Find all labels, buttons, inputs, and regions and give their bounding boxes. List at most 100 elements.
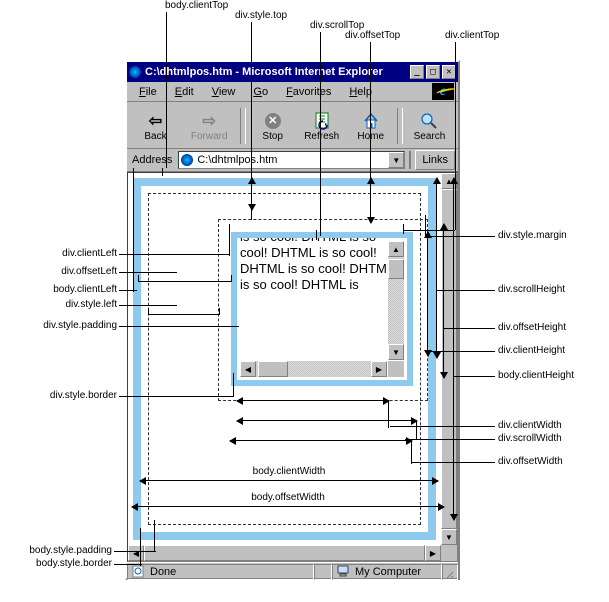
search-button[interactable]: Search xyxy=(405,111,454,142)
menu-help[interactable]: Help xyxy=(341,85,380,99)
connector xyxy=(320,32,321,236)
label-body-clientHeight: body.clientHeight xyxy=(498,370,574,381)
address-value: C:\dhtmlpos.htm xyxy=(197,154,277,166)
connector xyxy=(411,440,412,464)
label-body-offsetWidth: body.offsetWidth xyxy=(249,492,327,503)
scroll-left-icon[interactable]: ◀ xyxy=(240,361,256,377)
menubar: File Edit View Go Favorites Help e xyxy=(127,82,458,102)
menu-file[interactable]: File xyxy=(131,85,165,99)
dim-body-clientWidth: body.clientWidth xyxy=(140,480,438,481)
connector xyxy=(154,520,155,552)
connector xyxy=(119,290,137,291)
connector xyxy=(416,420,417,440)
connector xyxy=(138,275,232,282)
connector xyxy=(403,224,404,234)
address-input[interactable]: C:\dhtmlpos.htm ▼ xyxy=(178,151,405,169)
menu-go[interactable]: Go xyxy=(245,85,276,99)
menu-favorites[interactable]: Favorites xyxy=(278,85,339,99)
status-zone: My Computer xyxy=(332,564,442,580)
scroll-right-icon[interactable]: ▶ xyxy=(371,361,387,377)
connector xyxy=(388,400,389,428)
separator-icon xyxy=(409,151,411,169)
label-div-clientWidth: div.clientWidth xyxy=(498,420,562,431)
label-div-style-padding: div.style.padding xyxy=(18,320,117,331)
forward-label: Forward xyxy=(191,131,228,142)
connector xyxy=(453,376,495,377)
menu-edit[interactable]: Edit xyxy=(167,85,202,99)
label-div-scrollHeight: div.scrollHeight xyxy=(498,284,565,295)
minimize-button[interactable]: _ xyxy=(410,65,424,79)
refresh-button[interactable]: Refresh xyxy=(297,111,346,142)
maximize-button[interactable]: □ xyxy=(426,65,440,79)
scroll-right-icon[interactable]: ▶ xyxy=(425,545,441,561)
dim-div-offsetWidth xyxy=(230,440,412,441)
stop-icon: ✕ xyxy=(263,111,283,131)
div-content: is so cool! DHTML is so cool! DHTML is s… xyxy=(237,238,407,380)
scroll-left-icon[interactable]: ◀ xyxy=(128,545,144,561)
label-div-style-left: div.style.left xyxy=(46,299,117,310)
forward-button[interactable]: ⇨ Forward xyxy=(180,111,238,142)
label-div-style-margin: div.style.margin xyxy=(498,230,567,241)
label-div-offsetWidth: div.offsetWidth xyxy=(498,456,563,467)
separator-icon xyxy=(240,108,246,144)
scroll-thumb[interactable] xyxy=(258,361,288,377)
dim-div-clientWidth xyxy=(237,400,389,401)
close-button[interactable]: ✕ xyxy=(442,65,456,79)
connector xyxy=(162,168,163,176)
div-horizontal-scrollbar[interactable]: ◀ ▶ xyxy=(240,361,387,377)
status-text: Done xyxy=(150,566,176,578)
connector xyxy=(405,439,495,440)
connector xyxy=(436,290,495,291)
stop-button[interactable]: ✕ Stop xyxy=(248,111,297,142)
label-div-clientLeft: div.clientLeft xyxy=(42,248,117,259)
connector xyxy=(427,351,449,352)
connector xyxy=(119,272,177,273)
ie-logo: e xyxy=(432,83,454,100)
search-label: Search xyxy=(414,131,446,142)
connector xyxy=(411,462,495,463)
address-bar: Address C:\dhtmlpos.htm ▼ Links xyxy=(127,149,458,172)
search-icon xyxy=(419,111,439,131)
links-button[interactable]: Links xyxy=(415,150,455,170)
arrow-right-icon: ⇨ xyxy=(199,111,219,131)
connector xyxy=(229,224,230,256)
scroll-up-icon[interactable]: ▲ xyxy=(388,241,404,257)
scroll-down-icon[interactable]: ▼ xyxy=(388,344,404,360)
resize-grip-icon xyxy=(441,545,457,561)
done-icon xyxy=(132,564,146,581)
menu-view[interactable]: View xyxy=(204,85,244,99)
ie-icon xyxy=(129,66,141,78)
back-button[interactable]: ⇦ Back xyxy=(131,111,180,142)
label-body-clientLeft: body.clientLeft xyxy=(30,284,117,295)
statusbar: Done My Computer xyxy=(127,562,458,581)
scroll-down-icon[interactable]: ▼ xyxy=(441,529,457,545)
address-dropdown-button[interactable]: ▼ xyxy=(388,152,404,168)
label-body-style-border: body.style.border xyxy=(2,558,112,569)
dim-body-offsetWidth: body.offsetWidth xyxy=(132,506,444,507)
window-horizontal-scrollbar[interactable]: ◀ ▶ xyxy=(128,545,441,561)
connector xyxy=(119,396,233,397)
label-body-clientTop: body.clientTop xyxy=(165,0,228,11)
connector xyxy=(390,426,495,427)
dim-div-offsetHeight xyxy=(443,224,444,378)
connector xyxy=(114,564,142,565)
dim-div-style-top xyxy=(251,178,252,210)
label-div-offsetTop: div.offsetTop xyxy=(345,30,400,41)
div-border-box: is so cool! DHTML is so cool! DHTML is s… xyxy=(231,232,413,386)
resize-grip-icon xyxy=(442,564,458,580)
label-div-offsetHeight: div.offsetHeight xyxy=(498,322,566,333)
page-icon xyxy=(181,154,193,166)
titlebar[interactable]: C:\dhtmlpos.htm - Microsoft Internet Exp… xyxy=(127,62,458,82)
connector xyxy=(166,12,167,168)
dim-div-offsetTop xyxy=(370,178,371,223)
stop-label: Stop xyxy=(262,131,283,142)
connector xyxy=(119,326,239,327)
div-vertical-scrollbar[interactable]: ▲ ▼ xyxy=(388,241,404,360)
connector xyxy=(316,230,317,240)
scroll-thumb[interactable] xyxy=(388,259,404,279)
scroll-thumb[interactable] xyxy=(144,545,425,561)
connector xyxy=(443,328,495,329)
label-body-style-padding: body.style.padding xyxy=(2,545,112,556)
computer-icon xyxy=(337,564,351,581)
label-div-clientTop-2: div.clientTop xyxy=(445,30,499,41)
